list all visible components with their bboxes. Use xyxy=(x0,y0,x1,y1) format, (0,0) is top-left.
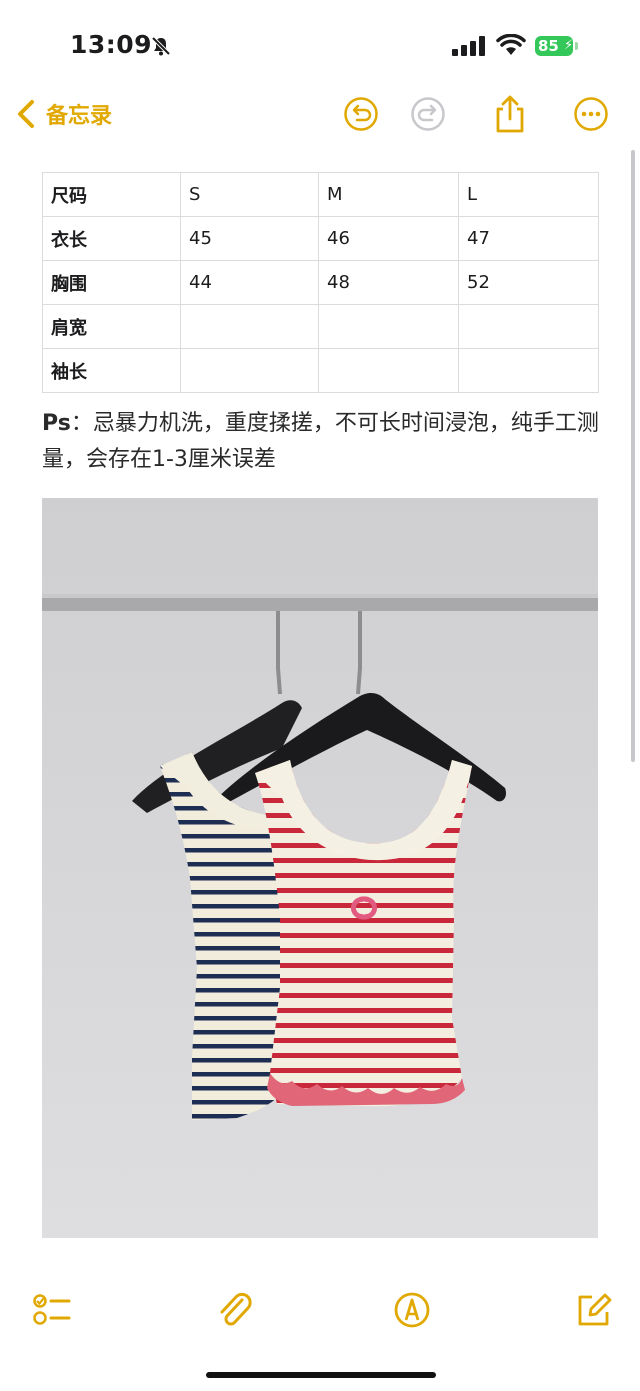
table-cell[interactable] xyxy=(180,304,319,349)
share-icon[interactable] xyxy=(492,94,528,134)
table-cell[interactable]: 尺码 xyxy=(42,172,181,217)
table-cell[interactable]: 48 xyxy=(318,260,459,305)
table-cell[interactable]: 衣长 xyxy=(42,216,181,261)
silent-bell-icon xyxy=(151,36,171,56)
table-cell[interactable]: 45 xyxy=(180,216,319,261)
attachment-icon[interactable] xyxy=(214,1290,254,1330)
table-cell[interactable]: 44 xyxy=(180,260,319,305)
status-time: 13:09 xyxy=(70,30,153,59)
size-table: 尺码 S M L 衣长 45 46 47 胸围 44 48 52 肩宽 袖长 xyxy=(42,172,599,393)
checklist-icon[interactable] xyxy=(32,1290,72,1330)
table-cell[interactable] xyxy=(458,304,599,349)
table-cell[interactable]: M xyxy=(318,172,459,217)
markup-icon[interactable] xyxy=(392,1290,432,1330)
battery-tip xyxy=(575,42,578,50)
table-cell[interactable] xyxy=(318,304,459,349)
table-cell[interactable]: 52 xyxy=(458,260,599,305)
table-cell[interactable]: 47 xyxy=(458,216,599,261)
table-row: 尺码 S M L xyxy=(42,172,599,217)
battery-level: 85 xyxy=(538,37,559,55)
table-cell[interactable]: 肩宽 xyxy=(42,304,181,349)
status-bar: 13:09 85 ⚡ xyxy=(0,0,640,92)
table-cell[interactable]: 胸围 xyxy=(42,260,181,305)
product-photo[interactable] xyxy=(42,498,598,1238)
table-cell[interactable] xyxy=(318,348,459,393)
chevron-left-icon xyxy=(18,100,34,128)
table-row: 衣长 45 46 47 xyxy=(42,216,599,261)
table-cell[interactable] xyxy=(180,348,319,393)
undo-icon[interactable] xyxy=(343,96,379,132)
table-cell[interactable] xyxy=(458,348,599,393)
more-icon[interactable] xyxy=(573,96,609,132)
charging-bolt-icon: ⚡ xyxy=(564,38,574,53)
note-prefix: Ps xyxy=(42,411,71,436)
table-cell[interactable]: 46 xyxy=(318,216,459,261)
cellular-signal-icon xyxy=(452,36,485,56)
table-cell[interactable]: 袖长 xyxy=(42,348,181,393)
back-label: 备忘录 xyxy=(46,104,113,129)
table-cell[interactable]: L xyxy=(458,172,599,217)
table-cell[interactable]: S xyxy=(180,172,319,217)
note-text[interactable]: Ps：忌暴力机洗，重度揉搓，不可长时间浸泡，纯手工测量，会存在1-3厘米误差 xyxy=(42,406,602,478)
back-button[interactable]: 备忘录 xyxy=(16,98,112,130)
table-row: 袖长 xyxy=(42,348,599,393)
table-row: 胸围 44 48 52 xyxy=(42,260,599,305)
table-row: 肩宽 xyxy=(42,304,599,349)
redo-icon[interactable] xyxy=(410,96,446,132)
home-indicator[interactable] xyxy=(206,1372,436,1378)
scrollbar[interactable] xyxy=(631,150,635,762)
compose-icon[interactable] xyxy=(574,1290,614,1330)
wifi-icon xyxy=(496,34,526,55)
note-body: ：忌暴力机洗，重度揉搓，不可长时间浸泡，纯手工测量，会存在1-3厘米误差 xyxy=(42,411,599,472)
